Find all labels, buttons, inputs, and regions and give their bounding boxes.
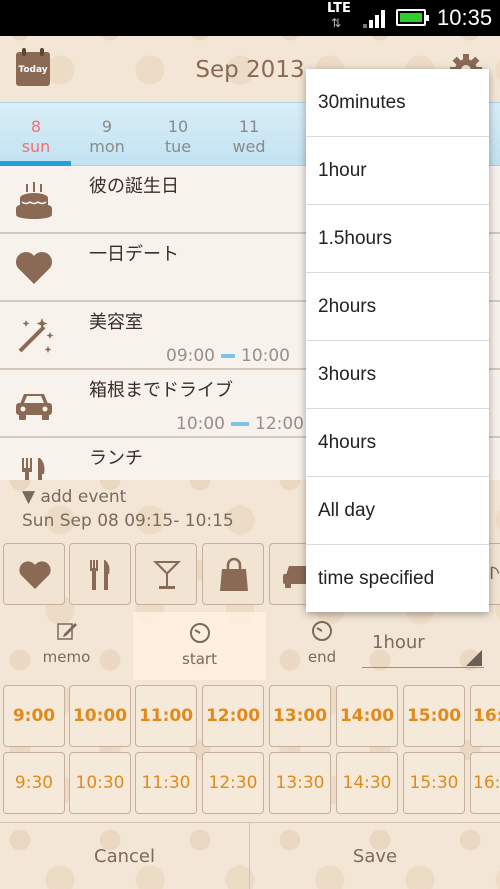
event-start: 10:00 [176,414,225,434]
event-time: 09:00 10:00 [166,347,290,365]
day-name: sun [21,137,51,156]
event-title: 一日デート [89,244,179,265]
memo-tab[interactable]: memo [0,612,133,680]
pencil-icon [56,623,77,640]
day-mon[interactable]: 9 mon [71,117,143,157]
event-title: 彼の誕生日 [89,176,179,197]
day-name: wed [232,137,266,156]
event-end: 10:00 [241,346,290,366]
car-icon [16,394,52,420]
time-slot[interactable]: 11:30 [135,752,197,814]
category-music-button[interactable] [489,543,500,605]
category-drink-button[interactable] [135,543,197,605]
fork-knife-icon [22,458,45,480]
today-button[interactable]: Today [16,48,50,86]
add-event-datetime: Sun Sep 08 09:15- 10:15 [22,511,234,531]
duration-option[interactable]: 2hours [306,273,489,341]
shopping-bag-icon [220,557,248,591]
event-title: 箱根までドライブ [89,380,233,401]
bottom-bar: Cancel Save [0,822,500,889]
category-meal-button[interactable] [69,543,131,605]
day-number: 9 [101,117,113,136]
network-type: LTE [327,1,351,16]
save-button[interactable]: Save [250,823,500,889]
time-slot[interactable]: 13:00 [269,685,331,747]
time-slot[interactable]: 15:30 [403,752,465,814]
day-sun[interactable]: 8 sun [0,117,72,157]
event-start: 09:00 [166,346,215,366]
magic-wand-icon [18,318,54,353]
time-slot[interactable]: 14:00 [336,685,398,747]
duration-option[interactable]: 30minutes [306,69,489,137]
time-slot[interactable]: 11:00 [135,685,197,747]
duration-dropdown-menu: 30minutes 1hour 1.5hours 2hours 3hours 4… [306,69,489,612]
duration-value: 1hour [372,632,425,653]
time-slot[interactable]: 12:00 [202,685,264,747]
category-car-button[interactable] [269,543,313,605]
dropdown-arrow-icon [466,650,482,666]
event-end: 12:00 [255,414,304,434]
duration-option[interactable]: 1.5hours [306,205,489,273]
time-slot[interactable]: 9:00 [3,685,65,747]
category-shopping-button[interactable] [202,543,264,605]
time-slot[interactable]: 15:00 [403,685,465,747]
event-title: 美容室 [89,312,143,333]
duration-option[interactable]: time specified [306,545,489,613]
day-name: tue [164,137,192,156]
today-label: Today [18,65,48,75]
time-slot[interactable]: 10:00 [69,685,131,747]
day-number: 11 [238,117,260,136]
day-wed[interactable]: 11 wed [213,117,285,157]
start-label: start [182,650,217,668]
fork-knife-icon [90,560,110,590]
time-slot[interactable]: 16: [470,685,500,747]
cocktail-icon [153,561,181,589]
signal-icon [363,10,387,28]
duration-select[interactable]: 1hour [362,620,484,668]
clock-icon [189,623,210,643]
time-slot[interactable]: 9:30 [3,752,65,814]
start-tab[interactable]: start [133,612,266,680]
data-activity-icon: ⇅ [331,16,342,30]
heart-icon [19,561,51,589]
battery-icon [396,9,429,26]
cake-icon [16,182,52,219]
time-slot[interactable]: 13:30 [269,752,331,814]
category-heart-button[interactable] [3,543,65,605]
status-bar: LTE ⇅ 10:35 [0,0,500,36]
duration-option[interactable]: All day [306,477,489,545]
time-slot[interactable]: 12:30 [202,752,264,814]
day-name: mon [89,137,125,156]
time-slot[interactable]: 16: [470,752,500,814]
memo-label: memo [42,648,91,666]
day-number: 10 [167,117,189,136]
heart-icon [16,252,52,284]
day-tue[interactable]: 10 tue [142,117,214,157]
duration-option[interactable]: 3hours [306,341,489,409]
event-title: ランチ [89,448,143,469]
cancel-button[interactable]: Cancel [0,823,249,889]
clock-icon [312,621,332,641]
time-slot[interactable]: 10:30 [69,752,131,814]
time-slot[interactable]: 14:30 [336,752,398,814]
event-time: 10:00 12:00 [176,415,304,433]
duration-option[interactable]: 4hours [306,409,489,477]
day-number: 8 [30,117,42,136]
add-event-label[interactable]: ▼ add event [22,487,126,507]
duration-option[interactable]: 1hour [306,137,489,205]
status-clock: 10:35 [437,5,493,30]
